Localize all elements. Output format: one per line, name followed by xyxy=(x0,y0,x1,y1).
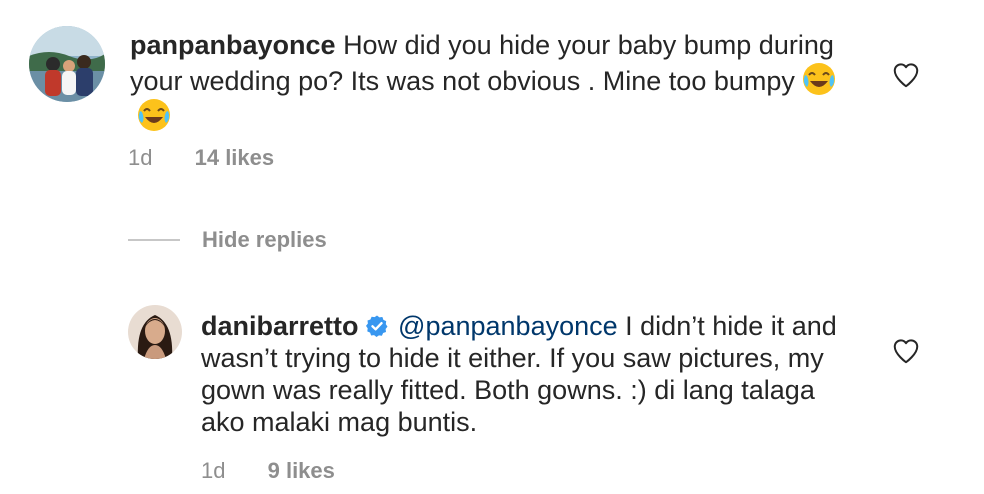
face-with-tears-of-joy-icon xyxy=(136,97,172,133)
replies-divider xyxy=(128,239,180,241)
heart-outline-icon xyxy=(893,63,919,88)
avatar[interactable] xyxy=(128,305,182,359)
comment-likes[interactable]: 14 likes xyxy=(195,145,275,171)
avatar[interactable] xyxy=(29,26,105,102)
hide-replies-button[interactable]: Hide replies xyxy=(128,225,327,255)
heart-outline-icon xyxy=(893,339,919,364)
comment-text: panpanbayonce How did you hide your baby… xyxy=(130,29,850,133)
hide-replies-label: Hide replies xyxy=(202,227,327,252)
profile-photo-avatar-icon xyxy=(128,305,182,359)
comment-text: danibarretto @panpanbayonce I didn’t hid… xyxy=(201,310,851,438)
family-photo-avatar-icon xyxy=(29,26,105,102)
comment-username[interactable]: panpanbayonce xyxy=(130,30,336,60)
mention-link[interactable]: @panpanbayonce xyxy=(398,311,618,341)
comment-username[interactable]: danibarretto xyxy=(201,311,359,341)
like-button[interactable] xyxy=(891,336,921,366)
verified-badge-icon xyxy=(365,313,389,337)
comment-time[interactable]: 1d xyxy=(128,145,152,171)
like-button[interactable] xyxy=(891,60,921,90)
face-with-tears-of-joy-icon xyxy=(801,61,837,97)
comment-likes[interactable]: 9 likes xyxy=(268,458,335,484)
comment-time[interactable]: 1d xyxy=(201,458,225,484)
comment-meta: 1d 9 likes xyxy=(201,458,335,484)
comment-meta: 1d 14 likes xyxy=(128,145,274,171)
